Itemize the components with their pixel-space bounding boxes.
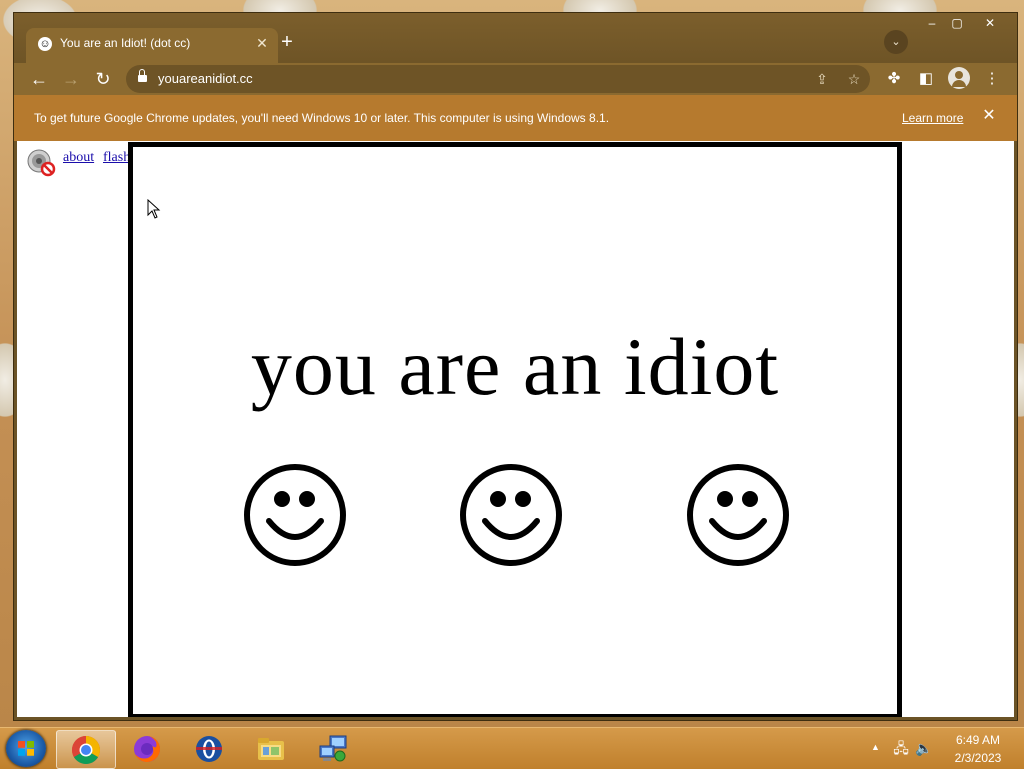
show-hidden-icons-arrow-icon[interactable]: ▲ bbox=[871, 742, 881, 752]
reload-icon[interactable]: ↻ bbox=[90, 66, 116, 92]
maximize-button[interactable]: ▢ bbox=[946, 15, 968, 31]
about-link[interactable]: about bbox=[63, 150, 94, 166]
tab-you-are-an-idiot[interactable]: ☺ You are an Idiot! (dot cc) ✕ bbox=[26, 28, 278, 63]
learn-more-link[interactable]: Learn more bbox=[902, 111, 963, 125]
firefox-icon bbox=[134, 735, 160, 762]
tab-title: You are an Idiot! (dot cc) bbox=[60, 36, 191, 50]
smiley-face-icon bbox=[244, 464, 346, 566]
new-tab-button[interactable]: + bbox=[276, 31, 298, 53]
taskbar-opera[interactable] bbox=[180, 730, 238, 767]
smiley-face-icon bbox=[460, 464, 562, 566]
tab-search-chevron-icon[interactable]: ⌄ bbox=[884, 30, 908, 54]
taskbar: ▲ 🖧 🔈 6:49 AM 2/3/2023 bbox=[0, 727, 1024, 769]
chrome-icon bbox=[72, 735, 100, 764]
idiot-popup-frame: you are an idiot bbox=[128, 142, 902, 717]
remote-desktop-icon bbox=[319, 735, 347, 761]
taskbar-file-explorer[interactable] bbox=[242, 730, 300, 767]
menu-icon[interactable]: ⋮ bbox=[980, 67, 1004, 91]
minimize-button[interactable]: – bbox=[921, 15, 943, 31]
update-infobar: To get future Google Chrome updates, you… bbox=[14, 95, 1017, 141]
speaker-muted-icon[interactable] bbox=[26, 149, 56, 177]
title-bar: ☺ You are an Idiot! (dot cc) ✕ + ⌄ – ▢ ✕ bbox=[14, 13, 1017, 63]
clock-date[interactable]: 2/3/2023 bbox=[940, 751, 1016, 765]
forward-icon[interactable]: → bbox=[58, 66, 84, 92]
headline-text: you are an idiot bbox=[250, 321, 780, 412]
start-button-windows-icon[interactable] bbox=[6, 730, 46, 767]
mouse-cursor-icon bbox=[147, 199, 161, 219]
profile-icon[interactable] bbox=[948, 67, 970, 89]
bookmark-star-icon[interactable]: ☆ bbox=[844, 69, 864, 89]
flash-link[interactable]: flash bbox=[103, 150, 130, 166]
extensions-icon[interactable]: ✤ bbox=[882, 67, 906, 91]
taskbar-chrome[interactable] bbox=[56, 730, 116, 769]
clock-time[interactable]: 6:49 AM bbox=[940, 733, 1016, 747]
tab-close-icon[interactable]: ✕ bbox=[252, 33, 272, 53]
lock-icon[interactable] bbox=[138, 69, 147, 83]
browser-window: ☺ You are an Idiot! (dot cc) ✕ + ⌄ – ▢ ✕… bbox=[14, 13, 1017, 720]
browser-toolbar: ← → ↻ youareanidiot.cc ⇪ ☆ ✤ ◧ ⋮ bbox=[14, 63, 1017, 95]
share-icon[interactable]: ⇪ bbox=[812, 69, 832, 89]
volume-icon[interactable]: 🔈 bbox=[915, 740, 933, 756]
taskbar-remote-desktop[interactable] bbox=[304, 730, 362, 767]
side-panel-icon[interactable]: ◧ bbox=[914, 67, 938, 91]
address-bar[interactable]: youareanidiot.cc ⇪ ☆ bbox=[126, 65, 870, 93]
file-explorer-icon bbox=[258, 737, 284, 760]
smiley-face-icon: ☺ bbox=[38, 37, 52, 51]
smiley-face-icon bbox=[687, 464, 789, 566]
opera-icon bbox=[196, 735, 222, 762]
web-page: about flash you are an idiot bbox=[17, 141, 1014, 717]
infobar-message: To get future Google Chrome updates, you… bbox=[34, 111, 610, 125]
url-text[interactable]: youareanidiot.cc bbox=[158, 71, 253, 86]
taskbar-firefox[interactable] bbox=[118, 730, 176, 767]
infobar-close-icon[interactable]: ✕ bbox=[978, 105, 1000, 127]
close-window-button[interactable]: ✕ bbox=[979, 15, 1001, 31]
back-icon[interactable]: ← bbox=[26, 66, 52, 92]
network-icon[interactable]: 🖧 bbox=[892, 740, 910, 756]
